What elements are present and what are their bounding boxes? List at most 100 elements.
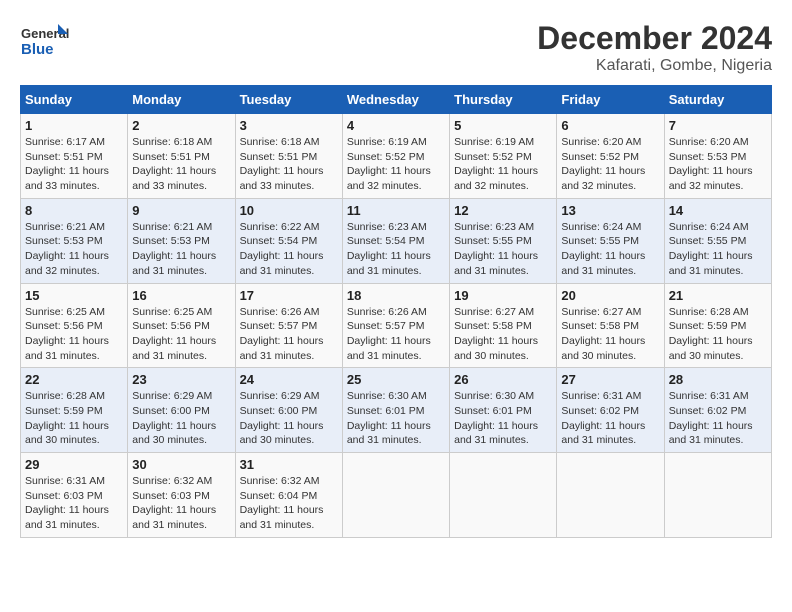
calendar-cell: 12 Sunrise: 6:23 AM Sunset: 5:55 PM Dayl… xyxy=(450,198,557,283)
day-info: Sunrise: 6:20 AM Sunset: 5:52 PM Dayligh… xyxy=(561,135,659,194)
svg-text:Blue: Blue xyxy=(21,41,54,58)
day-number: 28 xyxy=(669,372,767,387)
calendar-cell: 1 Sunrise: 6:17 AM Sunset: 5:51 PM Dayli… xyxy=(21,114,128,199)
day-number: 21 xyxy=(669,288,767,303)
calendar-cell: 17 Sunrise: 6:26 AM Sunset: 5:57 PM Dayl… xyxy=(235,283,342,368)
calendar-cell: 30 Sunrise: 6:32 AM Sunset: 6:03 PM Dayl… xyxy=(128,453,235,538)
calendar-body: 1 Sunrise: 6:17 AM Sunset: 5:51 PM Dayli… xyxy=(21,114,772,538)
calendar-cell: 29 Sunrise: 6:31 AM Sunset: 6:03 PM Dayl… xyxy=(21,453,128,538)
header-saturday: Saturday xyxy=(664,86,771,114)
day-number: 16 xyxy=(132,288,230,303)
day-number: 6 xyxy=(561,118,659,133)
header-thursday: Thursday xyxy=(450,86,557,114)
day-info: Sunrise: 6:24 AM Sunset: 5:55 PM Dayligh… xyxy=(669,220,767,279)
day-number: 15 xyxy=(25,288,123,303)
calendar-cell xyxy=(450,453,557,538)
day-info: Sunrise: 6:30 AM Sunset: 6:01 PM Dayligh… xyxy=(347,389,445,448)
day-number: 25 xyxy=(347,372,445,387)
day-number: 31 xyxy=(240,457,338,472)
day-info: Sunrise: 6:31 AM Sunset: 6:03 PM Dayligh… xyxy=(25,474,123,533)
calendar-cell: 18 Sunrise: 6:26 AM Sunset: 5:57 PM Dayl… xyxy=(342,283,449,368)
day-info: Sunrise: 6:25 AM Sunset: 5:56 PM Dayligh… xyxy=(25,305,123,364)
day-info: Sunrise: 6:29 AM Sunset: 6:00 PM Dayligh… xyxy=(132,389,230,448)
day-info: Sunrise: 6:19 AM Sunset: 5:52 PM Dayligh… xyxy=(347,135,445,194)
calendar-week-5: 29 Sunrise: 6:31 AM Sunset: 6:03 PM Dayl… xyxy=(21,453,772,538)
day-number: 23 xyxy=(132,372,230,387)
calendar-cell: 15 Sunrise: 6:25 AM Sunset: 5:56 PM Dayl… xyxy=(21,283,128,368)
day-info: Sunrise: 6:18 AM Sunset: 5:51 PM Dayligh… xyxy=(132,135,230,194)
day-info: Sunrise: 6:27 AM Sunset: 5:58 PM Dayligh… xyxy=(561,305,659,364)
day-number: 11 xyxy=(347,203,445,218)
day-number: 4 xyxy=(347,118,445,133)
header-monday: Monday xyxy=(128,86,235,114)
calendar-week-3: 15 Sunrise: 6:25 AM Sunset: 5:56 PM Dayl… xyxy=(21,283,772,368)
calendar-cell: 9 Sunrise: 6:21 AM Sunset: 5:53 PM Dayli… xyxy=(128,198,235,283)
day-info: Sunrise: 6:30 AM Sunset: 6:01 PM Dayligh… xyxy=(454,389,552,448)
calendar-cell: 14 Sunrise: 6:24 AM Sunset: 5:55 PM Dayl… xyxy=(664,198,771,283)
calendar-cell: 16 Sunrise: 6:25 AM Sunset: 5:56 PM Dayl… xyxy=(128,283,235,368)
calendar-cell: 10 Sunrise: 6:22 AM Sunset: 5:54 PM Dayl… xyxy=(235,198,342,283)
calendar-header: Sunday Monday Tuesday Wednesday Thursday… xyxy=(21,86,772,114)
calendar-cell: 5 Sunrise: 6:19 AM Sunset: 5:52 PM Dayli… xyxy=(450,114,557,199)
day-info: Sunrise: 6:20 AM Sunset: 5:53 PM Dayligh… xyxy=(669,135,767,194)
day-info: Sunrise: 6:21 AM Sunset: 5:53 PM Dayligh… xyxy=(25,220,123,279)
day-number: 2 xyxy=(132,118,230,133)
day-number: 5 xyxy=(454,118,552,133)
page-subtitle: Kafarati, Gombe, Nigeria xyxy=(537,57,772,75)
calendar-cell: 31 Sunrise: 6:32 AM Sunset: 6:04 PM Dayl… xyxy=(235,453,342,538)
day-info: Sunrise: 6:25 AM Sunset: 5:56 PM Dayligh… xyxy=(132,305,230,364)
header-friday: Friday xyxy=(557,86,664,114)
calendar-cell: 13 Sunrise: 6:24 AM Sunset: 5:55 PM Dayl… xyxy=(557,198,664,283)
day-info: Sunrise: 6:17 AM Sunset: 5:51 PM Dayligh… xyxy=(25,135,123,194)
day-number: 17 xyxy=(240,288,338,303)
day-number: 18 xyxy=(347,288,445,303)
day-info: Sunrise: 6:21 AM Sunset: 5:53 PM Dayligh… xyxy=(132,220,230,279)
day-number: 30 xyxy=(132,457,230,472)
day-info: Sunrise: 6:23 AM Sunset: 5:55 PM Dayligh… xyxy=(454,220,552,279)
day-info: Sunrise: 6:31 AM Sunset: 6:02 PM Dayligh… xyxy=(669,389,767,448)
day-number: 24 xyxy=(240,372,338,387)
calendar-cell: 3 Sunrise: 6:18 AM Sunset: 5:51 PM Dayli… xyxy=(235,114,342,199)
header-row: Sunday Monday Tuesday Wednesday Thursday… xyxy=(21,86,772,114)
calendar-cell: 7 Sunrise: 6:20 AM Sunset: 5:53 PM Dayli… xyxy=(664,114,771,199)
day-number: 1 xyxy=(25,118,123,133)
day-number: 14 xyxy=(669,203,767,218)
title-block: December 2024 Kafarati, Gombe, Nigeria xyxy=(537,20,772,75)
day-number: 12 xyxy=(454,203,552,218)
calendar-cell: 27 Sunrise: 6:31 AM Sunset: 6:02 PM Dayl… xyxy=(557,368,664,453)
day-number: 26 xyxy=(454,372,552,387)
day-info: Sunrise: 6:28 AM Sunset: 5:59 PM Dayligh… xyxy=(25,389,123,448)
calendar-cell: 25 Sunrise: 6:30 AM Sunset: 6:01 PM Dayl… xyxy=(342,368,449,453)
calendar-cell: 4 Sunrise: 6:19 AM Sunset: 5:52 PM Dayli… xyxy=(342,114,449,199)
calendar-cell: 26 Sunrise: 6:30 AM Sunset: 6:01 PM Dayl… xyxy=(450,368,557,453)
calendar-cell: 8 Sunrise: 6:21 AM Sunset: 5:53 PM Dayli… xyxy=(21,198,128,283)
calendar-table: Sunday Monday Tuesday Wednesday Thursday… xyxy=(20,85,772,538)
calendar-cell xyxy=(664,453,771,538)
day-info: Sunrise: 6:28 AM Sunset: 5:59 PM Dayligh… xyxy=(669,305,767,364)
day-info: Sunrise: 6:26 AM Sunset: 5:57 PM Dayligh… xyxy=(240,305,338,364)
header-tuesday: Tuesday xyxy=(235,86,342,114)
day-number: 20 xyxy=(561,288,659,303)
calendar-cell: 2 Sunrise: 6:18 AM Sunset: 5:51 PM Dayli… xyxy=(128,114,235,199)
day-info: Sunrise: 6:19 AM Sunset: 5:52 PM Dayligh… xyxy=(454,135,552,194)
page-title: December 2024 xyxy=(537,20,772,57)
day-info: Sunrise: 6:32 AM Sunset: 6:03 PM Dayligh… xyxy=(132,474,230,533)
header-wednesday: Wednesday xyxy=(342,86,449,114)
day-number: 7 xyxy=(669,118,767,133)
day-info: Sunrise: 6:23 AM Sunset: 5:54 PM Dayligh… xyxy=(347,220,445,279)
day-info: Sunrise: 6:32 AM Sunset: 6:04 PM Dayligh… xyxy=(240,474,338,533)
day-info: Sunrise: 6:27 AM Sunset: 5:58 PM Dayligh… xyxy=(454,305,552,364)
page-header: General Blue December 2024 Kafarati, Gom… xyxy=(20,20,772,75)
calendar-cell: 22 Sunrise: 6:28 AM Sunset: 5:59 PM Dayl… xyxy=(21,368,128,453)
calendar-cell: 20 Sunrise: 6:27 AM Sunset: 5:58 PM Dayl… xyxy=(557,283,664,368)
day-number: 27 xyxy=(561,372,659,387)
calendar-cell: 19 Sunrise: 6:27 AM Sunset: 5:58 PM Dayl… xyxy=(450,283,557,368)
day-info: Sunrise: 6:24 AM Sunset: 5:55 PM Dayligh… xyxy=(561,220,659,279)
logo-icon: General Blue xyxy=(20,20,70,64)
calendar-week-4: 22 Sunrise: 6:28 AM Sunset: 5:59 PM Dayl… xyxy=(21,368,772,453)
day-info: Sunrise: 6:29 AM Sunset: 6:00 PM Dayligh… xyxy=(240,389,338,448)
calendar-cell: 24 Sunrise: 6:29 AM Sunset: 6:00 PM Dayl… xyxy=(235,368,342,453)
day-number: 13 xyxy=(561,203,659,218)
calendar-week-2: 8 Sunrise: 6:21 AM Sunset: 5:53 PM Dayli… xyxy=(21,198,772,283)
calendar-cell: 23 Sunrise: 6:29 AM Sunset: 6:00 PM Dayl… xyxy=(128,368,235,453)
